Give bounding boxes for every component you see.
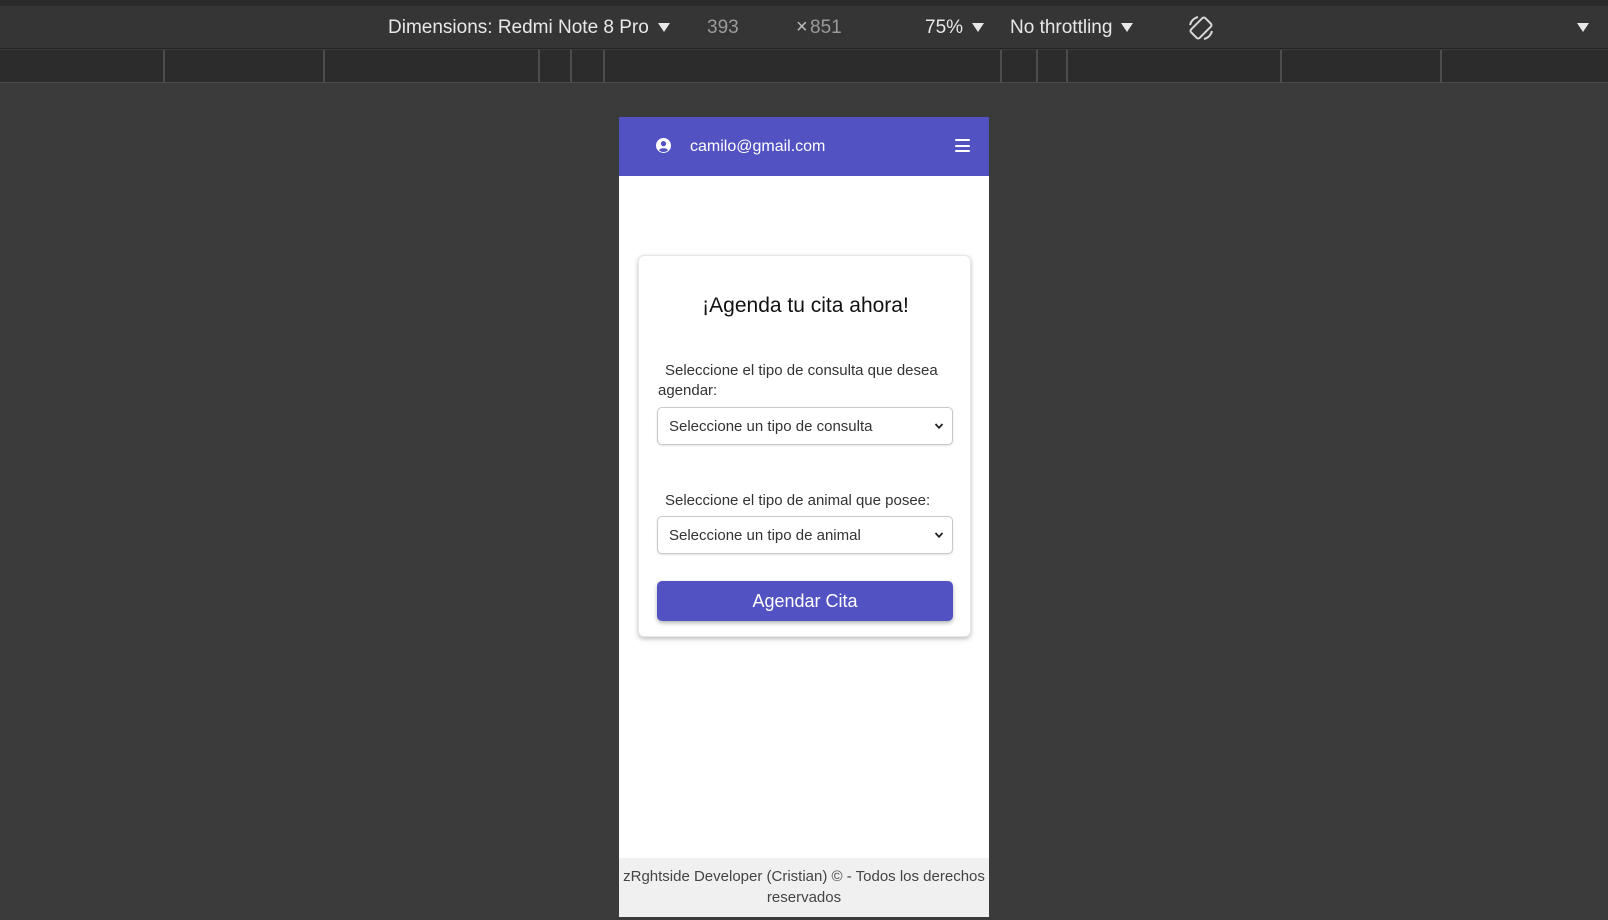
consulta-label: Seleccione el tipo de consulta que desea…	[658, 362, 938, 399]
ruler-tick[interactable]	[1280, 50, 1282, 82]
hamburger-menu-icon[interactable]	[955, 139, 970, 152]
caret-down-icon	[972, 23, 985, 32]
device-dropdown[interactable]: Dimensions: Redmi Note 8 Pro	[388, 6, 670, 49]
zoom-dropdown[interactable]: 75%	[925, 6, 985, 49]
ruler-tick[interactable]	[1066, 50, 1068, 82]
ruler-tick[interactable]	[570, 50, 572, 82]
consulta-select[interactable]: Seleccione un tipo de consulta	[657, 407, 953, 445]
appointment-card: ¡Agenda tu cita ahora! Seleccione el tip…	[638, 255, 971, 637]
device-toolbar: Dimensions: Redmi Note 8 Pro 393 × 851 7…	[0, 6, 1608, 49]
ruler-tick[interactable]	[323, 50, 325, 82]
media-query-ruler	[0, 50, 1608, 83]
chevron-down-icon	[934, 423, 944, 430]
device-label: Dimensions: Redmi Note 8 Pro	[388, 16, 649, 38]
more-options-button[interactable]	[1568, 6, 1589, 49]
ruler-tick[interactable]	[1440, 50, 1442, 82]
animal-selected-value: Seleccione un tipo de animal	[669, 526, 861, 544]
zoom-label: 75%	[925, 16, 964, 38]
ruler-tick[interactable]	[1036, 50, 1038, 82]
ruler-tick[interactable]	[603, 50, 605, 82]
ruler-tick[interactable]	[538, 50, 540, 82]
chevron-down-icon	[934, 532, 944, 539]
agendar-cita-button[interactable]: Agendar Cita	[657, 581, 953, 621]
ruler-tick[interactable]	[1000, 50, 1002, 82]
throttling-dropdown[interactable]: No throttling	[1010, 6, 1134, 49]
animal-select[interactable]: Seleccione un tipo de animal	[657, 516, 953, 554]
caret-down-icon	[657, 23, 670, 32]
consulta-selected-value: Seleccione un tipo de consulta	[669, 417, 873, 435]
throttling-label: No throttling	[1010, 16, 1113, 38]
user-circle-icon[interactable]	[656, 138, 671, 153]
rotate-icon[interactable]	[1186, 6, 1216, 49]
caret-down-icon	[1577, 23, 1589, 32]
height-input[interactable]: 851	[810, 6, 874, 49]
navbar: camilo@gmail.com	[619, 117, 989, 176]
user-email: camilo@gmail.com	[690, 137, 826, 155]
width-input[interactable]: 393	[707, 6, 771, 49]
footer: zRghtside Developer (Cristian) © - Todos…	[619, 858, 989, 917]
device-viewport: camilo@gmail.com ¡Agenda tu cita ahora! …	[619, 117, 989, 917]
animal-label: Seleccione el tipo de animal que posee:	[665, 492, 931, 509]
dimension-separator: ×	[796, 16, 808, 38]
form-title: ¡Agenda tu cita ahora!	[702, 294, 909, 317]
caret-down-icon	[1121, 23, 1134, 32]
ruler-tick[interactable]	[163, 50, 165, 82]
